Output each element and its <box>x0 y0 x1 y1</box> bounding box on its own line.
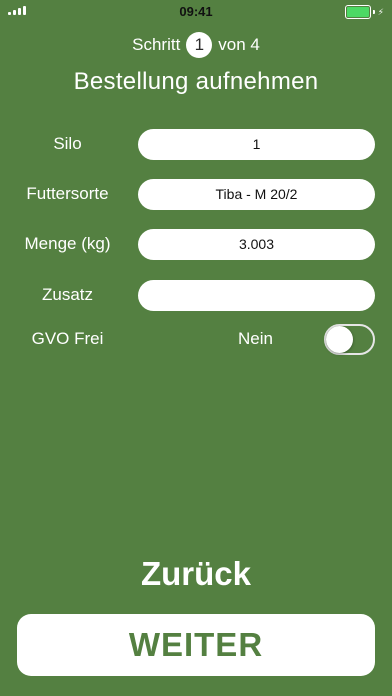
toggle-knob <box>326 326 353 353</box>
charging-icon: ⚡ <box>377 6 384 17</box>
gvo-toggle[interactable] <box>324 324 375 355</box>
futtersorte-label: Futtersorte <box>26 184 109 203</box>
gvo-value: Nein <box>238 329 273 348</box>
silo-label: Silo <box>53 134 82 153</box>
gvo-label: GVO Frei <box>31 329 104 348</box>
step-indicator: Schritt 1 von 4 <box>0 32 392 58</box>
battery-icon: ⚡ <box>344 5 384 19</box>
status-time: 09:41 <box>179 4 213 19</box>
step-prefix: Schritt <box>132 35 181 54</box>
step-number: 1 <box>186 32 213 58</box>
zusatz-label: Zusatz <box>41 285 94 304</box>
status-bar: 09:41 ⚡ <box>0 0 392 22</box>
menge-label: Menge (kg) <box>24 234 111 253</box>
zusatz-field[interactable] <box>138 280 375 311</box>
silo-row: Silo <box>0 129 392 161</box>
menge-row: Menge (kg) <box>0 229 392 261</box>
zusatz-row: Zusatz <box>0 280 392 312</box>
silo-field[interactable] <box>138 129 375 160</box>
page-title: Bestellung aufnehmen <box>73 68 319 95</box>
futtersorte-field[interactable] <box>138 179 375 210</box>
back-button[interactable]: Zurück <box>0 555 392 593</box>
step-suffix: von 4 <box>218 35 260 54</box>
next-button[interactable]: WEITER <box>17 614 375 676</box>
futtersorte-row: Futtersorte <box>0 179 392 211</box>
menge-field[interactable] <box>138 229 375 260</box>
gvo-row: GVO Frei Nein <box>0 324 392 356</box>
